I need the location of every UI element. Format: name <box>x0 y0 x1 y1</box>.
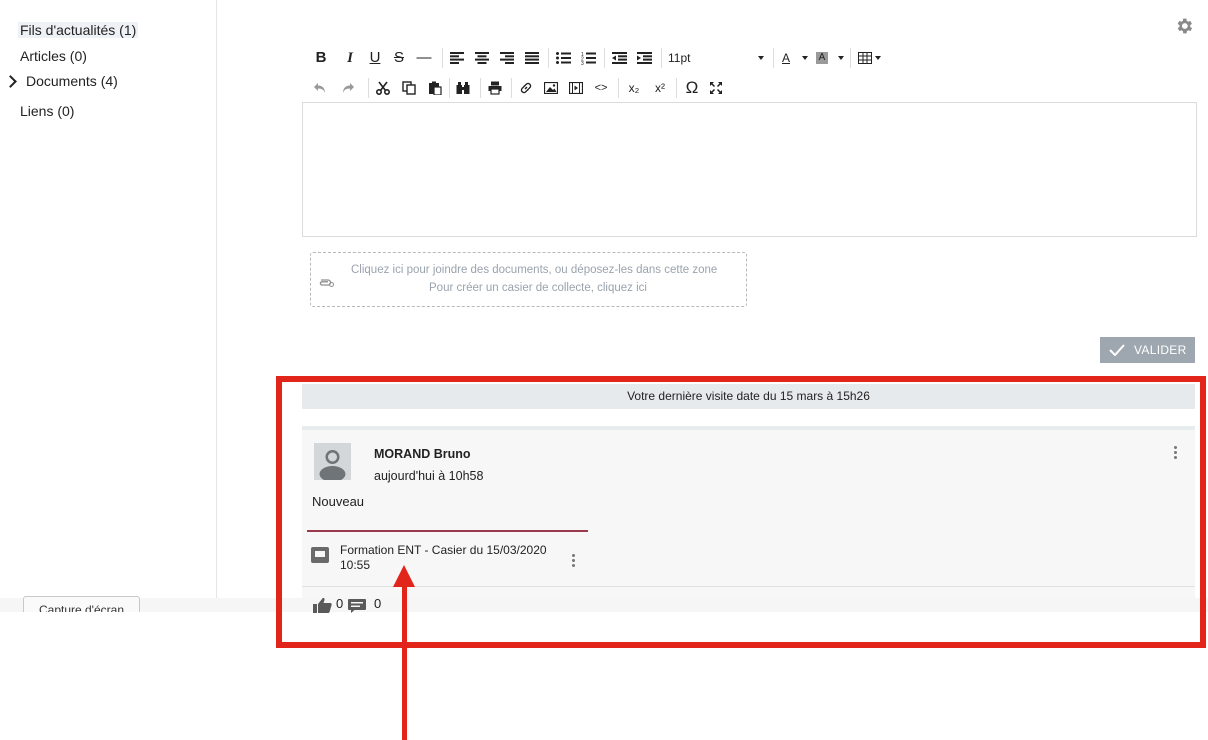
annotation-arrow <box>402 586 407 740</box>
outdent-icon[interactable] <box>612 52 627 64</box>
toolbar-separator <box>511 78 512 98</box>
toolbar-separator <box>449 78 450 98</box>
superscript-button[interactable]: x² <box>652 78 668 98</box>
horizontal-rule-button[interactable]: — <box>416 48 432 68</box>
font-size-select[interactable]: 11pt <box>668 48 708 68</box>
file-dropzone[interactable]: Cliquez ici pour joindre des documents, … <box>310 252 747 307</box>
underline-button[interactable]: U <box>368 48 382 68</box>
redo-icon[interactable] <box>341 82 355 94</box>
sidebar-item-fils[interactable]: Fils d'actualités (1) <box>18 22 139 38</box>
table-icon[interactable] <box>858 52 872 64</box>
valider-label: VALIDER <box>1134 343 1187 357</box>
gear-icon[interactable] <box>1174 16 1194 36</box>
align-right-icon[interactable] <box>500 52 514 64</box>
rich-text-editor[interactable] <box>302 102 1197 237</box>
svg-text:3: 3 <box>581 61 584 65</box>
bullet-list-icon[interactable] <box>556 52 571 64</box>
undo-icon[interactable] <box>313 82 327 94</box>
toolbar-separator <box>773 48 774 68</box>
chevron-down-icon[interactable] <box>838 56 844 60</box>
media-icon[interactable] <box>569 82 583 94</box>
chevron-down-icon[interactable] <box>802 56 808 60</box>
toolbar-separator <box>618 78 619 98</box>
toolbar-separator <box>604 48 605 68</box>
cut-icon[interactable] <box>376 81 390 95</box>
copy-icon[interactable] <box>402 81 416 95</box>
special-char-button[interactable]: Ω <box>684 78 700 98</box>
paste-icon[interactable] <box>428 81 442 95</box>
align-justify-icon[interactable] <box>525 52 539 64</box>
sidebar-item-label: Fils d'actualités (1) <box>20 22 137 38</box>
align-left-icon[interactable] <box>450 52 464 64</box>
background-color-button[interactable]: A <box>816 52 828 64</box>
text-color-button[interactable]: A <box>780 48 792 68</box>
bold-button[interactable]: B <box>314 48 328 68</box>
italic-button[interactable]: I <box>343 48 357 68</box>
editor-toolbar-row-2: <> x₂ x² Ω <box>0 78 1208 100</box>
strikethrough-button[interactable]: S <box>392 48 406 68</box>
print-icon[interactable] <box>488 81 502 95</box>
toolbar-separator <box>548 48 549 68</box>
sidebar-item-label: Liens (0) <box>20 103 75 119</box>
toolbar-separator <box>676 78 677 98</box>
editor-toolbar-row-1: B I U S — 123 11pt A A <box>0 48 1208 70</box>
arrow-head <box>393 565 415 587</box>
toolbar-separator <box>661 48 662 68</box>
chevron-down-icon[interactable] <box>875 56 881 60</box>
dropzone-instruction: Cliquez ici pour joindre des documents, … <box>351 264 718 276</box>
indent-icon[interactable] <box>637 52 652 64</box>
source-code-button[interactable]: <> <box>593 78 609 98</box>
toolbar-separator <box>368 78 369 98</box>
toolbar-separator <box>442 48 443 68</box>
sidebar-item-liens[interactable]: Liens (0) <box>20 103 74 119</box>
link-icon[interactable] <box>519 81 533 95</box>
subscript-button[interactable]: x₂ <box>626 78 642 98</box>
numbered-list-icon[interactable]: 123 <box>581 51 596 65</box>
toolbar-separator <box>480 78 481 98</box>
highlight-frame <box>276 376 1206 648</box>
check-icon <box>1109 344 1125 356</box>
paperclip-icon <box>319 279 334 287</box>
valider-button[interactable]: VALIDER <box>1100 337 1195 363</box>
image-icon[interactable] <box>544 82 558 94</box>
fullscreen-icon[interactable] <box>709 81 723 95</box>
chevron-down-icon[interactable] <box>758 56 764 60</box>
find-replace-icon[interactable] <box>456 81 470 95</box>
toolbar-separator <box>850 48 851 68</box>
dropzone-collect-link[interactable]: Pour créer un casier de collecte, clique… <box>429 282 647 294</box>
align-center-icon[interactable] <box>475 52 489 64</box>
